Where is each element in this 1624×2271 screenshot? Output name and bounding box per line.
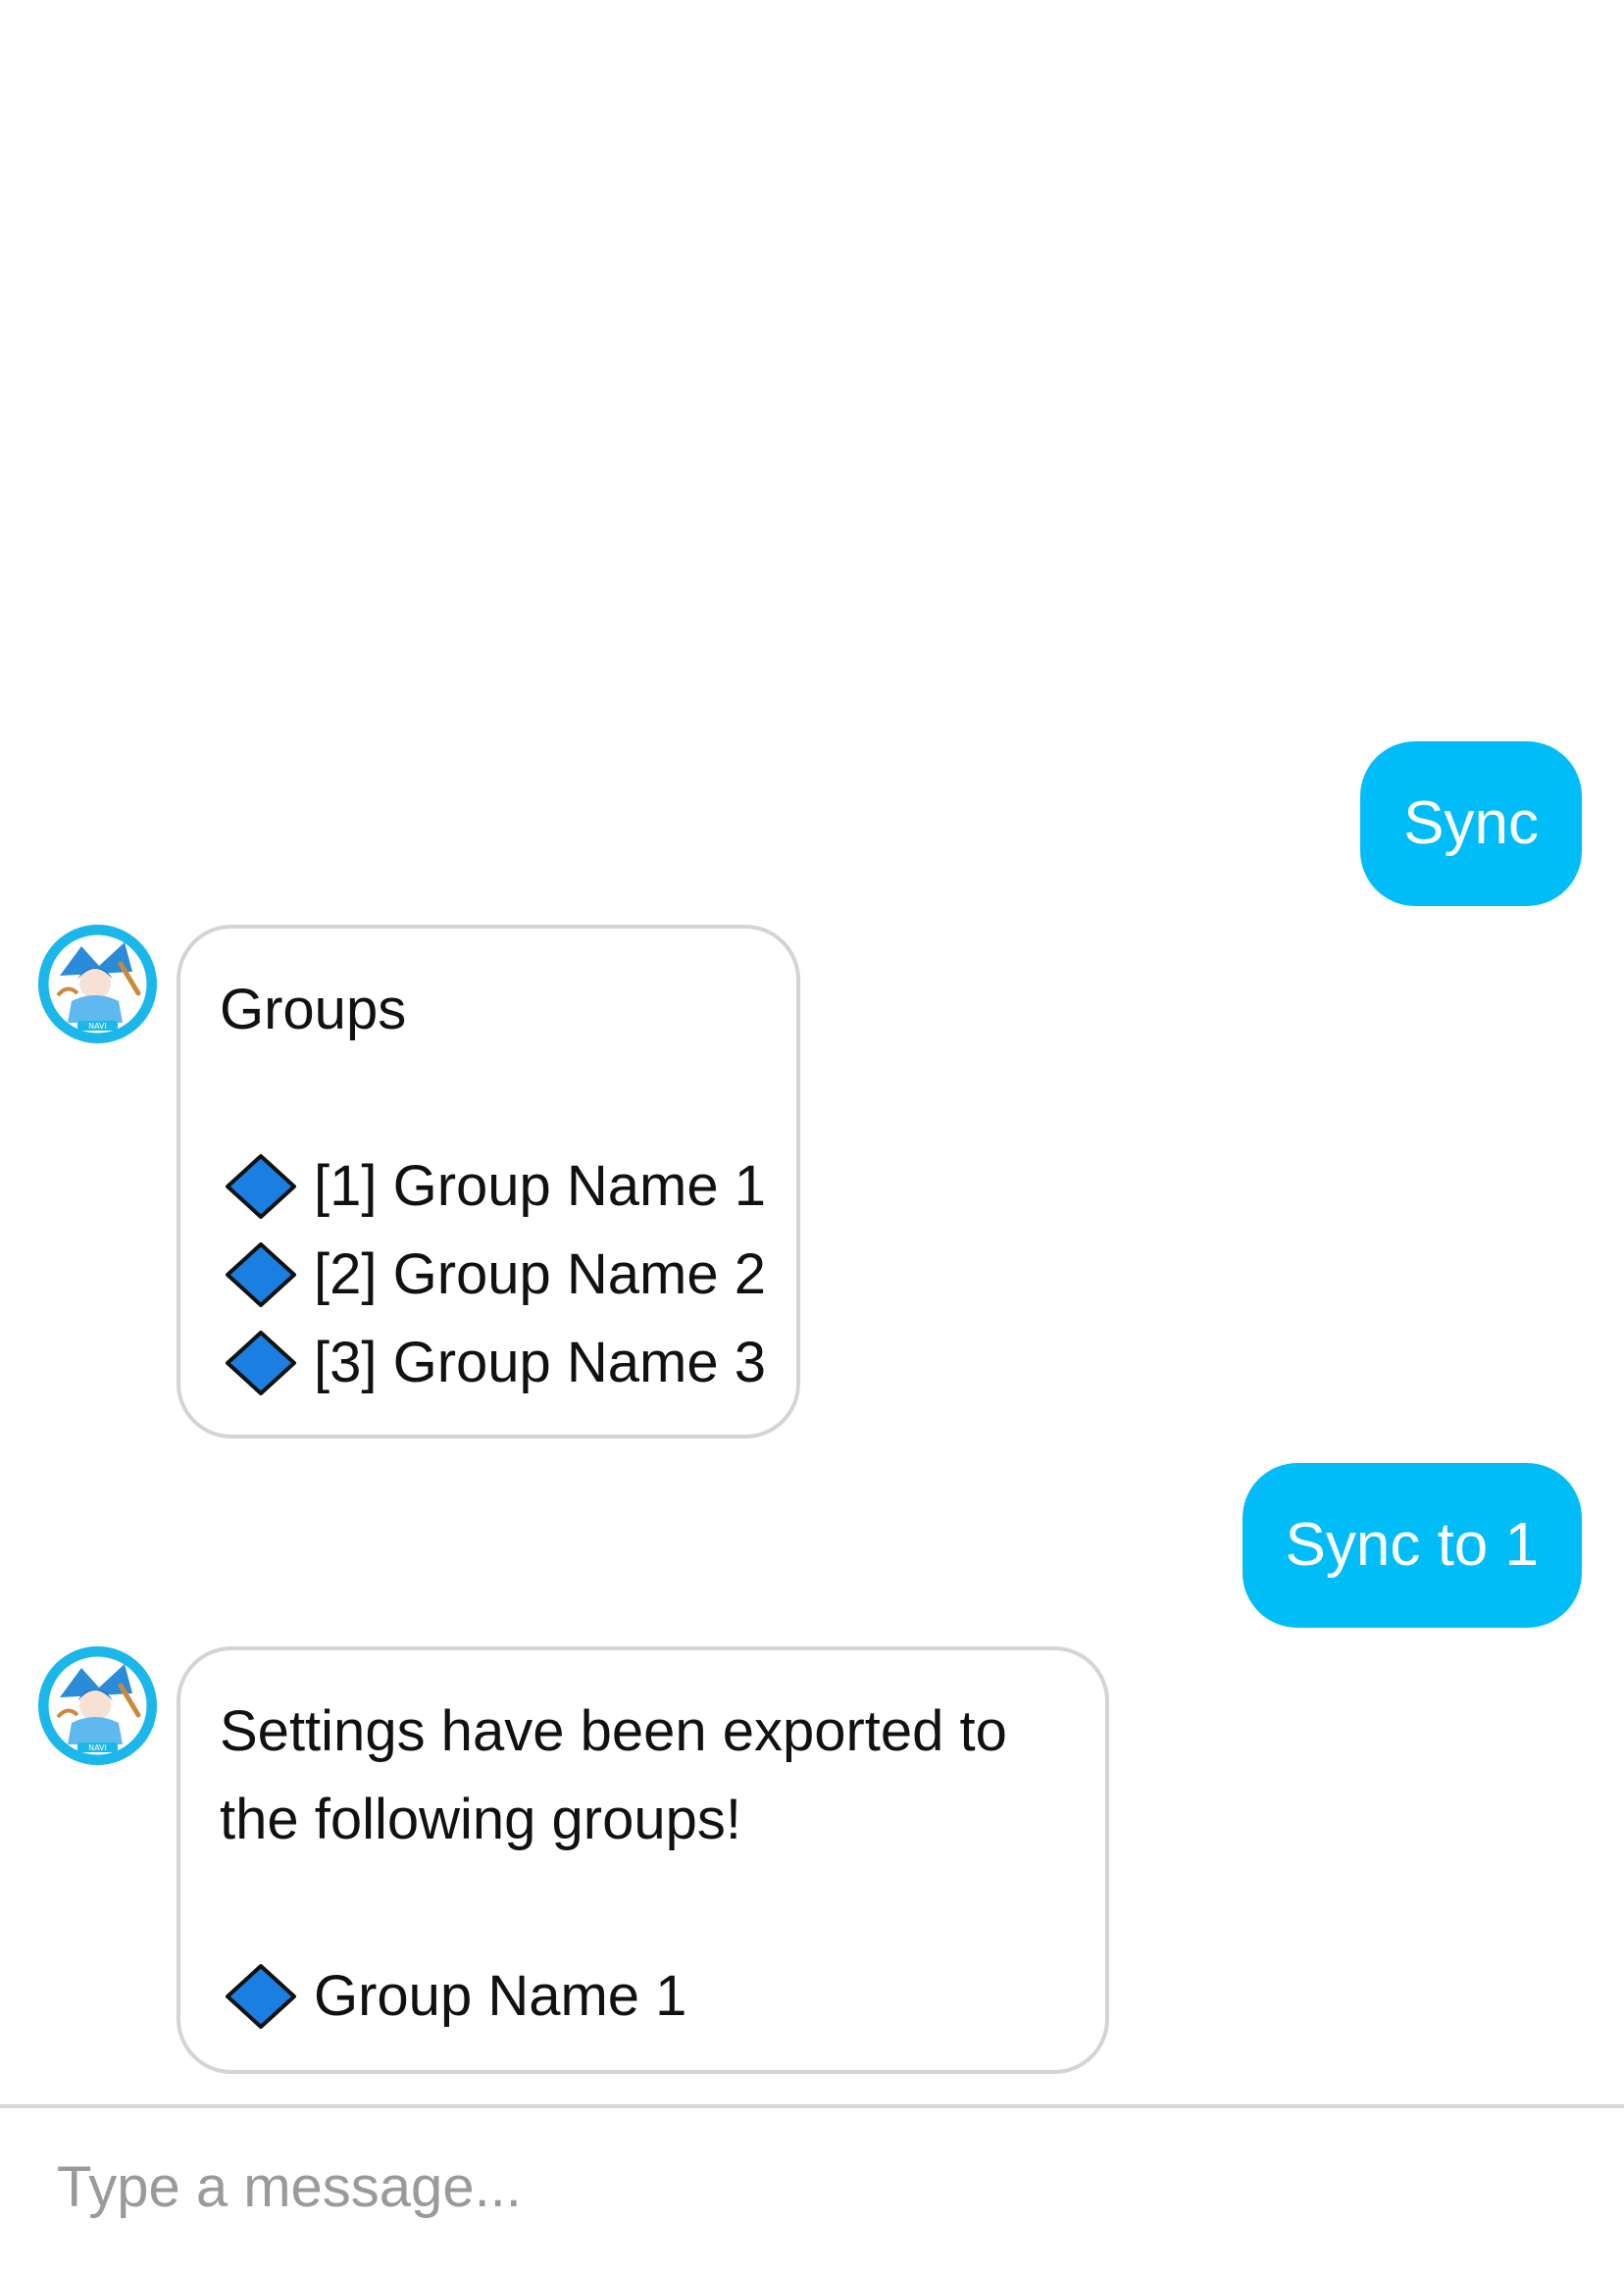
avatar-label: NAVI bbox=[88, 1022, 107, 1031]
user-message-bubble: Sync to 1 bbox=[1242, 1463, 1582, 1628]
group-item-label: Group Name 1 bbox=[314, 1964, 687, 2028]
blue-diamond-icon bbox=[226, 1154, 296, 1219]
message-text-line: Settings have been exported to bbox=[220, 1699, 1007, 1763]
message-input[interactable] bbox=[57, 2138, 1567, 2236]
navi-avatar-icon: NAVI bbox=[38, 1646, 157, 1765]
bot-message-bubble: Groups [1] Group Name 1 [2] Group Name 2… bbox=[177, 925, 800, 1438]
group-list-item: Group Name 1 bbox=[220, 1952, 1066, 2041]
user-message-bubble: Sync bbox=[1360, 741, 1582, 906]
navi-avatar-icon: NAVI bbox=[38, 925, 157, 1043]
chat-history[interactable]: Sync NAVI Groups [1] Group Name 1 [2] Gr… bbox=[0, 0, 1624, 2104]
bot-avatar[interactable]: NAVI bbox=[38, 925, 157, 1043]
group-list-item: [2] Group Name 2 bbox=[220, 1231, 766, 1319]
bot-message-bubble: Settings have been exported to the follo… bbox=[177, 1646, 1109, 2074]
message-heading: Groups bbox=[220, 978, 407, 1041]
group-item-label: [3] Group Name 3 bbox=[314, 1331, 766, 1394]
group-item-label: [1] Group Name 1 bbox=[314, 1154, 766, 1218]
bot-avatar[interactable]: NAVI bbox=[38, 1646, 157, 1765]
message-text-line: the following groups! bbox=[220, 1788, 741, 1851]
group-list-item: [1] Group Name 1 bbox=[220, 1142, 766, 1231]
group-item-label: [2] Group Name 2 bbox=[314, 1242, 766, 1306]
blue-diamond-icon bbox=[226, 1331, 296, 1395]
group-list-item: [3] Group Name 3 bbox=[220, 1319, 766, 1407]
message-composer bbox=[0, 2104, 1624, 2271]
blue-diamond-icon bbox=[226, 1964, 296, 2029]
blue-diamond-icon bbox=[226, 1242, 296, 1307]
avatar-label: NAVI bbox=[88, 1743, 107, 1752]
